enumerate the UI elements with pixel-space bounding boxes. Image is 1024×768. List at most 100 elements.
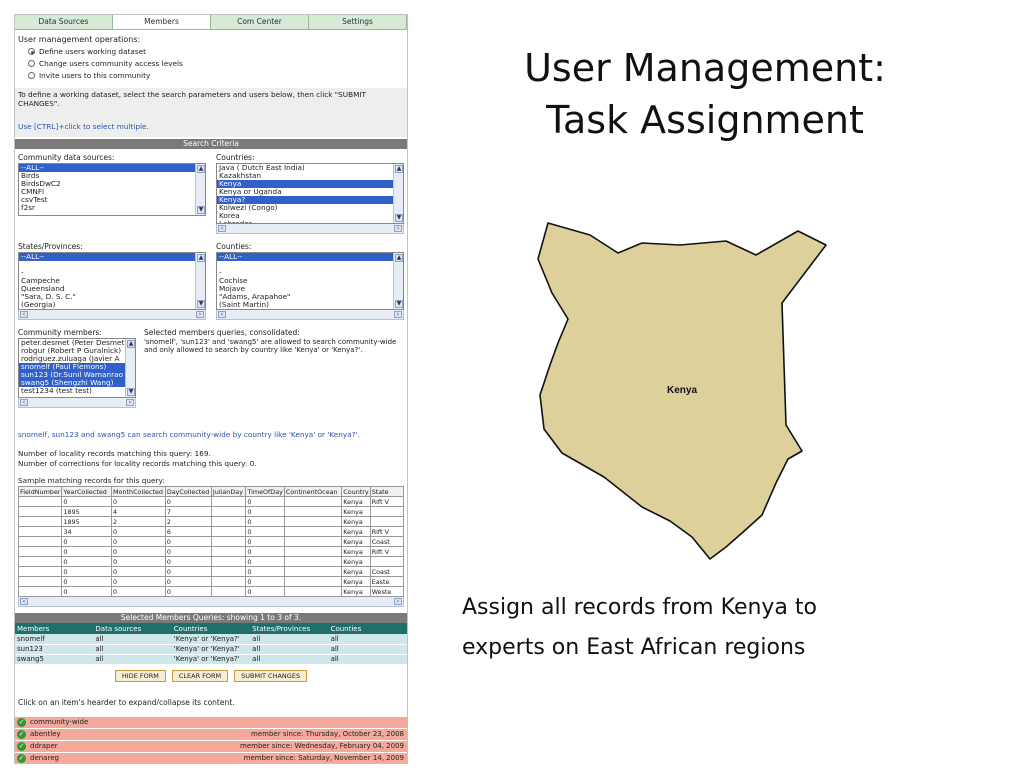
table-cell [283,516,343,527]
list-option[interactable]: csvTest [19,196,205,204]
member-list-item[interactable]: ✓ abentley member since: Thursday, October… [15,728,407,741]
table-cell: all [250,634,329,645]
table-cell: Rift V [369,546,405,557]
table-cell: all [93,654,172,665]
table-cell: 0 [164,586,212,597]
table-cell: 0 [245,586,285,597]
table-cell: all [93,634,172,645]
scroll-down-icon[interactable]: ▼ [197,206,205,214]
table-cell: 0 [245,526,285,537]
scroll-down-icon[interactable]: ▼ [395,214,403,222]
operation-radio-option[interactable]: Define users working dataset [28,47,404,56]
table-cell: Kenya [341,536,371,547]
list-option[interactable]: (Saint Martin) [217,301,403,309]
scroll-up-icon[interactable]: ▲ [395,165,403,173]
states-listbox[interactable]: --ALL-- - Campeche Queensland "Sara, D. S. C… [18,252,206,310]
radio-button[interactable] [28,72,35,79]
slide-title-line-1: User Management: [524,46,886,90]
vertical-scrollbar[interactable]: ▲ ▼ [393,164,403,223]
list-option[interactable] [19,261,205,269]
hide-form-button[interactable]: HIDE FORM [114,669,166,682]
vertical-scrollbar[interactable]: ▲ ▼ [125,339,135,397]
tab-com-center[interactable]: Com Center [211,15,309,29]
list-option[interactable]: --ALL-- [19,164,205,172]
ctrl-hint: Use [CTRL]+click to select multiple. [18,122,149,131]
table-cell [17,566,63,577]
scroll-up-icon[interactable]: ▲ [197,165,205,173]
scroll-down-icon[interactable]: ▼ [197,300,205,308]
table-row: sun123 all 'Kenya' or 'Kenya?' all all [15,644,407,655]
table-cell: Kenya [341,506,371,517]
list-option[interactable] [217,261,403,269]
table-cell: 0 [61,586,113,597]
table-cell: 0 [111,496,166,507]
tab-data-sources[interactable]: Data Sources [15,15,113,29]
radio-button[interactable] [28,60,35,67]
sample-hscroll[interactable]: ‹ › [18,597,404,607]
tab-members[interactable]: Members [113,15,211,29]
states-hscroll[interactable]: ‹ › [18,310,206,320]
operation-radio-option[interactable]: Change users community access levels [28,59,404,68]
submit-changes-button[interactable]: SUBMIT CHANGES [234,669,308,682]
table-cell [283,576,343,587]
list-option[interactable]: BirdsDwC2 [19,180,205,188]
member-list-item[interactable]: ✓ denareg member since: Saturday, November… [15,752,407,763]
countries-hscroll[interactable]: ‹ › [216,224,404,234]
list-option[interactable]: (Georgia) [19,301,205,309]
scroll-up-icon[interactable]: ▲ [197,254,205,262]
list-option[interactable]: Kolwezi (Congo) [217,204,403,212]
member-list-item[interactable]: ✓ ddraper member since: Wednesday, Februar… [15,740,407,753]
summary-note: snomelf, sun123 and swang5 can search co… [18,430,360,439]
table-cell: 1895 [61,516,113,527]
list-option[interactable]: test1234 (test test) [19,387,135,395]
scroll-up-icon[interactable]: ▲ [395,254,403,262]
table-cell: 2 [164,516,212,527]
table-cell: 0 [245,496,285,507]
column-header: State [369,486,405,497]
scroll-down-icon[interactable]: ▼ [127,388,135,396]
column-header: Country [341,486,371,497]
vertical-scrollbar[interactable]: ▲ ▼ [195,253,205,309]
vertical-scrollbar[interactable]: ▲ ▼ [393,253,403,309]
caption-line-2: experts on East African regions [462,635,806,660]
scroll-down-icon[interactable]: ▼ [395,300,403,308]
table-cell: Kenya [341,576,371,587]
table-cell: 0 [164,576,212,587]
countries-listbox[interactable]: Java ( Dutch East India) Kazakhstan Kenya K… [216,163,404,224]
counties-listbox[interactable]: --ALL-- - Cochise Mojave "Adams, Arapahoe" (S… [216,252,404,310]
table-cell: swang5 [15,654,94,665]
counties-hscroll[interactable]: ‹ › [216,310,404,320]
list-option[interactable]: f2sr [19,204,205,212]
scroll-up-icon[interactable]: ▲ [127,340,135,348]
table-row: 0 0 0 0 Kenya Coast [17,566,405,577]
vertical-scrollbar[interactable]: ▲ ▼ [195,164,205,215]
member-list-item[interactable]: ✓ community-wide [15,716,407,729]
table-row: snomelf all 'Kenya' or 'Kenya?' all all [15,634,407,645]
map-country-label: Kenya [667,385,697,396]
table-cell: snomelf [15,634,94,645]
members-hscroll[interactable]: ‹ › [18,398,136,408]
members-listbox[interactable]: peter.desmet (Peter Desmet) robgur (Rober… [18,338,136,398]
operation-radio-option[interactable]: Invite users to this community [28,71,404,80]
consolidated-label: Selected members queries, consolidated: [144,328,300,337]
table-cell: 0 [164,546,212,557]
radio-button[interactable] [28,48,35,55]
check-icon: ✓ [17,729,26,739]
table-row: 1895 4 7 0 Kenya [17,506,405,517]
tab-settings[interactable]: Settings [309,15,407,29]
kenya-map: Kenya [537,222,827,560]
table-cell [210,516,247,527]
table-cell [210,576,247,587]
list-option[interactable]: --ALL-- [19,253,205,261]
sources-listbox[interactable]: --ALL-- Birds BirdsDwC2 CMNFI csvTest f2sr ▲ ▼ [18,163,206,216]
list-option[interactable]: --ALL-- [217,253,403,261]
table-cell: 0 [111,546,166,557]
list-option[interactable]: Kazakhstan [217,172,403,180]
table-cell: Coast [369,566,405,577]
clear-form-button[interactable]: CLEAR FORM [171,669,229,682]
table-cell [210,546,247,557]
search-criteria-header: Search Criteria [15,139,407,149]
table-cell: 2 [111,516,166,527]
table-cell [210,526,247,537]
column-header: Counties [328,623,407,634]
